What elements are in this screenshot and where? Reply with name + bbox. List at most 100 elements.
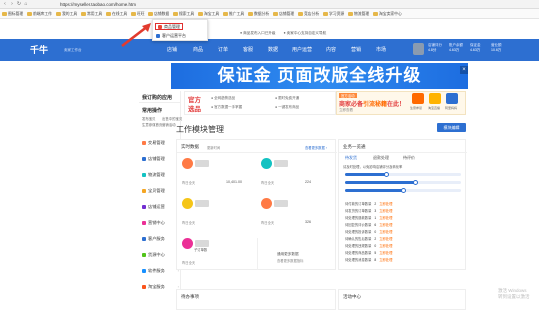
biz-line-action[interactable]: 立即处理 (379, 223, 392, 227)
home-icon[interactable]: ⌂ (23, 1, 29, 7)
app-icon[interactable] (429, 93, 441, 104)
module-edit-button[interactable]: 模块编辑 (437, 123, 466, 132)
sidebar-item[interactable]: 营销中心› (139, 218, 181, 227)
sidebar-item[interactable]: 宝贝管理› (139, 186, 181, 195)
promo-banner[interactable]: 保证金 页面改版全线升级 (171, 63, 468, 89)
bookmark-item[interactable]: 店铺数据 (148, 10, 169, 18)
metric-value-hidden (195, 160, 209, 167)
logo[interactable]: 千牛 (30, 43, 48, 56)
bookmark-item[interactable]: 店铺管理 (273, 10, 294, 18)
goods-icon (158, 24, 162, 29)
bookmark-item[interactable]: 前端库工作 (27, 10, 52, 18)
biz-line-action[interactable]: 立即处理 (379, 202, 392, 206)
sidebar-item[interactable]: 客户服务› (139, 234, 181, 243)
app-icon-label: 生意参谋 (410, 106, 423, 110)
divider (257, 238, 258, 270)
slider-fill (345, 173, 386, 176)
ad2-sub[interactable]: 立即查看 (339, 108, 353, 113)
module-icon (142, 284, 146, 289)
tab-refund[interactable]: 退款处理 (373, 155, 389, 161)
slider-handle[interactable] (383, 172, 389, 177)
url-field[interactable]: https://myseller.taobao.com/home.htm (60, 1, 360, 8)
nav-item-goods[interactable]: 商品 (193, 46, 203, 53)
ad-bullet: ● 全网趋势选品 (211, 96, 236, 100)
biz-line-action[interactable]: 立即处理 (379, 230, 392, 234)
tip-bar: ● 商品发布入口已升级 ● 卖家中心支持自定义导航 (240, 30, 400, 37)
nav-item-shop[interactable]: 店铺 (167, 46, 177, 53)
biz-line-label: 待处理的消息数量 (345, 258, 372, 262)
nav-item-orders[interactable]: 订单 (218, 46, 228, 53)
biz-line-count: 2 (374, 237, 377, 241)
bookmark-item[interactable]: 学习资源 (323, 10, 344, 18)
module-icon (142, 156, 146, 161)
ad-card[interactable]: 官方 选品 ● 全网趋势选品 ● 官方数据一手掌握 ● 限时免费开通 ● 一键发… (184, 91, 336, 115)
bookmark-item[interactable]: 图标管理 (2, 10, 23, 18)
refresh-icon[interactable]: ↻ (16, 1, 22, 7)
sidebar-item[interactable]: 店铺运营› (139, 202, 181, 211)
sidebar-item-label: 店铺运营 (148, 203, 165, 209)
biz-line-action[interactable]: 立即处理 (379, 258, 392, 262)
biz-line-action[interactable]: 立即处理 (379, 209, 392, 213)
slider-handle[interactable] (401, 188, 406, 193)
sidebar-item[interactable]: 软件服务 › (139, 266, 181, 275)
bookmark-item[interactable]: 淘宝工具 (198, 10, 219, 18)
progress-slider[interactable] (345, 181, 461, 184)
bookmark-item[interactable]: 旺旺 (131, 10, 145, 18)
nav-item-users[interactable]: 用户运营 (292, 46, 312, 53)
nav-item-content[interactable]: 内容 (326, 46, 336, 53)
metric-label: 昨日全天 (182, 261, 196, 265)
biz-line-action[interactable]: 立即处理 (379, 244, 392, 248)
sidebar-item[interactable]: 淘宝服务 › (139, 282, 181, 291)
tip-item[interactable]: ● 卖家中心支持自定义导航 (284, 31, 327, 36)
sidebar-item-label: 宝贝管理 (148, 187, 165, 193)
app-icon[interactable] (412, 93, 424, 104)
module-icon (142, 252, 146, 257)
time-dropdown[interactable]: 更新时间 (207, 145, 220, 150)
common-link[interactable]: 营销活动 (162, 122, 176, 127)
common-link[interactable]: 发布宝贝 (142, 116, 156, 121)
app-icon[interactable] (446, 93, 458, 104)
popup-item-customer-platform[interactable]: 客户运营平台 (156, 32, 186, 39)
sidebar-item[interactable]: 店铺管理› (139, 154, 181, 163)
common-link[interactable]: 生意参谋首页 (142, 122, 162, 127)
panel-title: 活动中心 (343, 294, 361, 299)
slider-handle[interactable] (412, 180, 418, 185)
bookmark-item[interactable]: 我的工具 (56, 10, 77, 18)
sidebar-item[interactable]: 货源中心› (139, 250, 181, 259)
popup-item-goods-management[interactable]: 商品管理 (155, 23, 183, 30)
bookmark-item[interactable]: 数据分析 (248, 10, 269, 18)
bookmark-item[interactable]: 竞店分析 (298, 10, 319, 18)
bookmark-item[interactable]: 推广工具 (223, 10, 244, 18)
tab-review[interactable]: 待评价 (403, 155, 415, 161)
avatar[interactable] (413, 43, 424, 55)
common-link[interactable]: 出售中的宝贝 (162, 116, 182, 121)
sidebar-item[interactable]: 交易管理› (139, 138, 181, 147)
biz-line: 待处理的退款数量 1 立即处理 (345, 216, 392, 221)
biz-line-action[interactable]: 立即处理 (379, 251, 392, 255)
biz-line-action[interactable]: 立即处理 (379, 237, 392, 241)
bookmark-item[interactable]: 在线工具 (106, 10, 127, 18)
biz-line-action[interactable]: 立即处理 (379, 216, 392, 220)
bookmark-item[interactable]: 物流管理 (348, 10, 369, 18)
tab-pending-ship[interactable]: 待发货 (345, 155, 357, 161)
back-icon[interactable]: ‹ (2, 1, 8, 7)
nav-item-market[interactable]: 市场 (376, 46, 386, 53)
tip-item[interactable]: ● 商品发布入口已升级 (240, 31, 276, 36)
close-icon[interactable]: × (460, 66, 468, 74)
sidebar-item[interactable]: 物流管理› (139, 170, 181, 179)
nav-item-marketing[interactable]: 营销 (351, 46, 361, 53)
more-data-link[interactable]: 查看更多数据 › (305, 145, 327, 150)
popup-item-label: 客户运营平台 (162, 32, 186, 38)
bookmark-item[interactable]: 常用工具 (81, 10, 102, 18)
progress-slider[interactable] (345, 173, 461, 176)
nav-item-service[interactable]: 客服 (243, 46, 253, 53)
side-note-sub[interactable]: 查看更多数据指标 (277, 258, 303, 263)
todo-panel: 待办事项 (176, 289, 336, 310)
realtime-panel: 实时数据 更新时间 查看更多数据 › 昨日全天 10,401.00 昨日全天 224 昨… (176, 139, 337, 270)
bookmark-item[interactable]: 搜索工具 (173, 10, 194, 18)
module-icon (142, 188, 146, 193)
bookmark-item[interactable]: 淘宝卖家中心 (373, 10, 402, 18)
nav-item-data[interactable]: 数据 (268, 46, 278, 53)
bookmark-label: 店铺管理 (279, 11, 295, 16)
forward-icon[interactable]: › (9, 1, 15, 7)
